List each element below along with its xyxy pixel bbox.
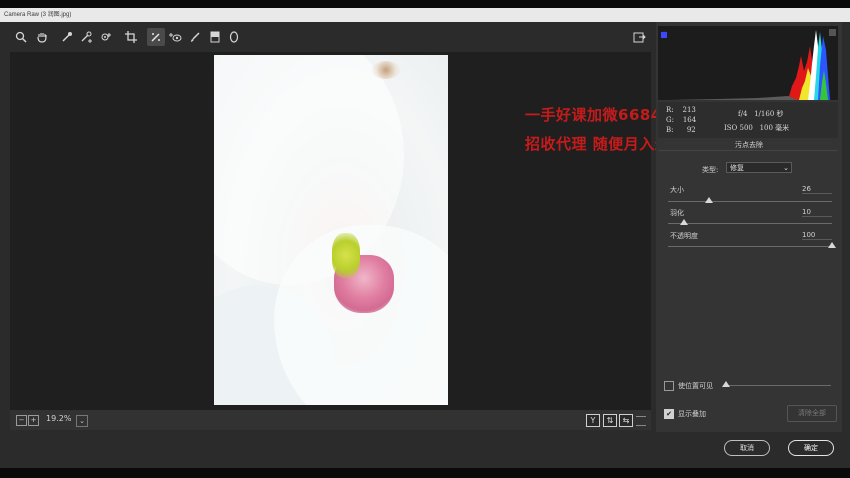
size-slider-thumb[interactable]: [705, 197, 713, 203]
size-value[interactable]: 26: [802, 185, 832, 194]
right-panel: R: 213 G: 164 B: 92 f/4 1/160 秒 ISO 500 …: [656, 22, 842, 432]
chevron-down-icon: ⌄: [783, 164, 789, 172]
cancel-button[interactable]: 取消: [724, 440, 770, 456]
zoom-tool-icon[interactable]: [12, 28, 30, 46]
r-value: 213: [682, 106, 696, 114]
g-label: G:: [666, 116, 674, 124]
window-title: Camera Raw (3 润图.jpg): [0, 8, 850, 22]
photo-blemish-spot: [372, 61, 400, 79]
g-value: 164: [682, 116, 697, 124]
opacity-value[interactable]: 100: [802, 231, 832, 240]
graduated-filter-tool-icon[interactable]: [206, 28, 224, 46]
bottom-black-bar: [0, 468, 850, 478]
color-sampler-tool-icon[interactable]: [77, 28, 95, 46]
opacity-slider-track[interactable]: [668, 246, 832, 247]
ok-button[interactable]: 确定: [788, 440, 834, 456]
highlight-clipping-box: [829, 29, 836, 36]
targeted-adjustment-tool-icon[interactable]: [97, 28, 115, 46]
lens-info: ISO 500 100 毫米: [724, 123, 789, 133]
view-menu-icon[interactable]: [636, 416, 646, 426]
photo-preview[interactable]: [214, 55, 448, 405]
b-label: B:: [666, 126, 674, 134]
histogram: [658, 26, 838, 100]
adjustment-brush-tool-icon[interactable]: [186, 28, 204, 46]
spot-removal-tool-icon[interactable]: [147, 28, 165, 46]
before-after-toggle-button[interactable]: Y: [586, 414, 600, 427]
focal-length: 100 毫米: [759, 124, 790, 132]
radial-filter-tool-icon[interactable]: [225, 28, 243, 46]
shutter-speed: 1/160 秒: [754, 110, 784, 118]
zoom-dropdown[interactable]: ⌄: [76, 415, 88, 427]
feather-label: 羽化: [670, 209, 684, 217]
top-black-bar: [0, 0, 850, 8]
opacity-label: 不透明度: [670, 232, 698, 240]
visualize-spots-row[interactable]: 使位置可见: [664, 381, 713, 391]
iso: ISO 500: [724, 124, 753, 132]
visualize-spots-label: 使位置可见: [678, 382, 713, 390]
feather-value[interactable]: 10: [802, 208, 832, 217]
type-select[interactable]: 修复 ⌄: [726, 162, 792, 173]
photo-pistil: [332, 233, 360, 278]
red-eye-tool-icon[interactable]: [166, 28, 184, 46]
visualize-slider-track[interactable]: [726, 385, 831, 386]
zoom-level: 19.2%: [46, 414, 72, 423]
hand-tool-icon[interactable]: [33, 28, 51, 46]
toolbar: [10, 26, 650, 50]
feather-slider-track[interactable]: [668, 223, 832, 224]
open-preferences-icon[interactable]: [630, 28, 648, 46]
exposure-info: f/4 1/160 秒: [738, 109, 784, 119]
rgb-g: G: 164: [666, 115, 696, 125]
photo-petal-front: [274, 225, 448, 405]
type-label: 类型:: [702, 166, 719, 174]
zoom-out-button[interactable]: −: [16, 415, 27, 426]
visualize-slider-thumb[interactable]: [722, 381, 730, 387]
panel-title: 污点去除: [735, 141, 763, 149]
shadow-clipping-box: [661, 32, 667, 38]
rgb-b: B: 92: [666, 125, 696, 135]
zoom-in-button[interactable]: +: [28, 415, 39, 426]
crop-tool-icon[interactable]: [122, 28, 140, 46]
show-overlay-label: 显示叠加: [678, 410, 706, 418]
swap-settings-button[interactable]: ⇅: [603, 414, 617, 427]
size-label: 大小: [670, 186, 684, 194]
divider: [658, 150, 838, 151]
feather-slider-thumb[interactable]: [680, 219, 689, 225]
r-label: R:: [666, 106, 674, 114]
show-overlay-checkbox[interactable]: ✔: [664, 409, 674, 419]
rgb-r: R: 213: [666, 105, 696, 115]
camera-raw-dialog: 一手好课加微668408 招收代理 随便月入过万 − + 19.2% ⌄ Y ⇅…: [0, 22, 850, 468]
status-bar: − + 19.2% ⌄ Y ⇅ ⇆: [10, 410, 651, 430]
aperture: f/4: [738, 110, 748, 118]
info-readout: R: 213 G: 164 B: 92 f/4 1/160 秒 ISO 500 …: [658, 102, 838, 138]
b-value: 92: [686, 126, 696, 134]
copy-settings-button[interactable]: ⇆: [619, 414, 633, 427]
white-balance-tool-icon[interactable]: [58, 28, 76, 46]
clear-all-button[interactable]: 清除全部: [787, 405, 837, 422]
type-value: 修复: [730, 164, 744, 172]
size-slider-track[interactable]: [668, 201, 832, 202]
visualize-spots-checkbox[interactable]: [664, 381, 674, 391]
opacity-slider-thumb[interactable]: [828, 242, 836, 248]
show-overlay-row[interactable]: ✔ 显示叠加: [664, 409, 706, 419]
